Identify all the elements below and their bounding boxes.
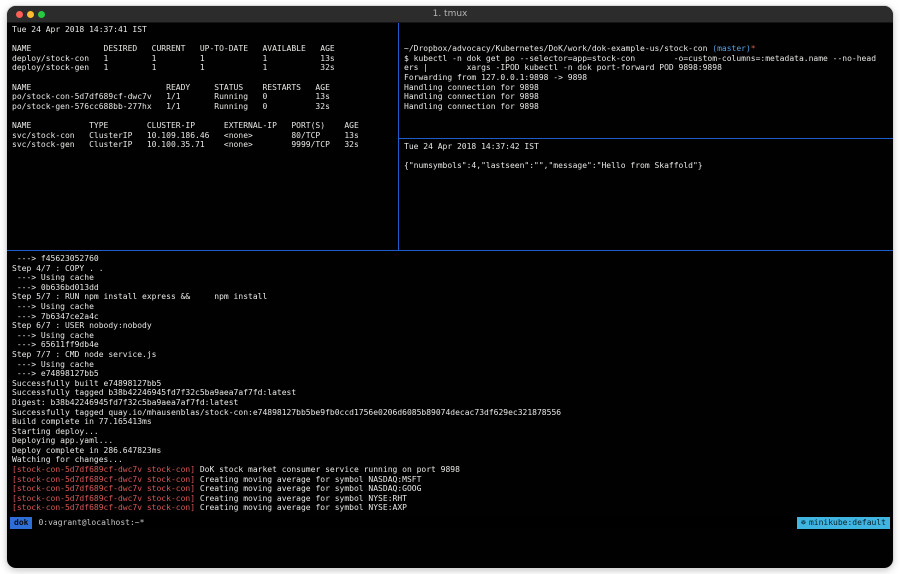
terminal-line: Successfully built e74898127bb5 bbox=[12, 379, 893, 389]
terminal-line: NAME READY STATUS RESTARTS AGE bbox=[12, 83, 398, 93]
terminal-line: Starting deploy... bbox=[12, 427, 893, 437]
terminal-line: ---> 0b636bd013dd bbox=[12, 283, 893, 293]
kubernetes-icon: ☸ bbox=[801, 517, 806, 529]
terminal-line: Handling connection for 9898 bbox=[404, 92, 893, 102]
terminal-line: Step 6/7 : USER nobody:nobody bbox=[12, 321, 893, 331]
terminal-line: ---> Using cache bbox=[12, 273, 893, 283]
terminal-line: ---> Using cache bbox=[12, 331, 893, 341]
terminal-line bbox=[12, 73, 398, 83]
traffic-lights bbox=[16, 11, 45, 18]
session-badge[interactable]: dok bbox=[10, 517, 32, 529]
terminal-line: ---> e74898127bb5 bbox=[12, 369, 893, 379]
terminal-line: Step 4/7 : COPY . . bbox=[12, 264, 893, 274]
terminal-line bbox=[12, 111, 398, 121]
pane-port-forward[interactable]: ~/Dropbox/advocacy/Kubernetes/DoK/work/d… bbox=[399, 23, 893, 138]
close-button[interactable] bbox=[16, 11, 23, 18]
terminal-line: svc/stock-gen ClusterIP 10.100.35.71 <no… bbox=[12, 140, 398, 150]
terminal-line: Watching for changes... bbox=[12, 455, 893, 465]
window-title: 1. tmux bbox=[433, 6, 468, 23]
terminal-line: $ kubectl -n dok get po --selector=app=s… bbox=[404, 54, 893, 64]
terminal-line: po/stock-con-5d7df689cf-dwc7v 1/1 Runnin… bbox=[12, 92, 398, 102]
pane-kubectl-watch[interactable]: Tue 24 Apr 2018 14:37:41 IST NAME DESIRED… bbox=[7, 23, 398, 250]
terminal-line bbox=[404, 152, 893, 162]
terminal-line: Handling connection for 9898 bbox=[404, 83, 893, 93]
tmux-terminal: Tue 24 Apr 2018 14:37:41 IST NAME DESIRED… bbox=[7, 23, 893, 568]
terminal-line: NAME DESIRED CURRENT UP-TO-DATE AVAILABL… bbox=[12, 44, 398, 54]
terminal-line: deploy/stock-con 1 1 1 1 13s bbox=[12, 54, 398, 64]
terminal-line: Successfully tagged quay.io/mhausenblas/… bbox=[12, 408, 893, 418]
terminal-line: NAME TYPE CLUSTER-IP EXTERNAL-IP PORT(S)… bbox=[12, 121, 398, 131]
terminal-line: po/stock-gen-576cc688bb-277hx 1/1 Runnin… bbox=[12, 102, 398, 112]
terminal-line: Deploy complete in 286.647823ms bbox=[12, 446, 893, 456]
terminal-line: [stock-con-5d7df689cf-dwc7v stock-con] C… bbox=[12, 494, 893, 504]
terminal-line: Tue 24 Apr 2018 14:37:42 IST bbox=[404, 142, 893, 152]
terminal-line: Forwarding from 127.0.0.1:9898 -> 9898 bbox=[404, 73, 893, 83]
terminal-line: Successfully tagged b38b42246945fd7f32c5… bbox=[12, 388, 893, 398]
terminal-line: Tue 24 Apr 2018 14:37:41 IST bbox=[12, 25, 398, 35]
pane-skaffold-log[interactable]: ---> f45623052760Step 4/7 : COPY . . ---… bbox=[7, 251, 893, 513]
titlebar: 1. tmux bbox=[7, 6, 893, 23]
pane-curl-output[interactable]: Tue 24 Apr 2018 14:37:42 IST {"numsymbols… bbox=[399, 139, 893, 250]
terminal-window: 1. tmux Tue 24 Apr 2018 14:37:41 IST NAME… bbox=[7, 6, 893, 568]
terminal-line: ---> Using cache bbox=[12, 302, 893, 312]
terminal-line bbox=[404, 35, 893, 45]
terminal-line: ---> 7b6347ce2a4c bbox=[12, 312, 893, 322]
terminal-line: Handling connection for 9898 bbox=[404, 102, 893, 112]
terminal-line: Digest: b38b42246945fd7f32c5ba9aea7af7fd… bbox=[12, 398, 893, 408]
terminal-line: Step 5/7 : RUN npm install express && np… bbox=[12, 292, 893, 302]
terminal-line: deploy/stock-gen 1 1 1 1 32s bbox=[12, 63, 398, 73]
minimize-button[interactable] bbox=[27, 11, 34, 18]
terminal-line: [stock-con-5d7df689cf-dwc7v stock-con] C… bbox=[12, 503, 893, 513]
terminal-line: ~/Dropbox/advocacy/Kubernetes/DoK/work/d… bbox=[404, 44, 893, 54]
terminal-line: svc/stock-con ClusterIP 10.109.186.46 <n… bbox=[12, 131, 398, 141]
terminal-line: ---> 65611ff9db4e bbox=[12, 340, 893, 350]
terminal-line bbox=[404, 25, 893, 35]
terminal-line: ---> f45623052760 bbox=[12, 254, 893, 264]
kube-context-badge: ☸ minikube:default bbox=[797, 517, 890, 529]
terminal-line: Build complete in 77.165413ms bbox=[12, 417, 893, 427]
window-label[interactable]: 0:vagrant@localhost:~* bbox=[38, 517, 144, 529]
terminal-line: Step 7/7 : CMD node service.js bbox=[12, 350, 893, 360]
terminal-line: [stock-con-5d7df689cf-dwc7v stock-con] C… bbox=[12, 484, 893, 494]
kube-context-label: minikube:default bbox=[809, 517, 886, 529]
terminal-line: [stock-con-5d7df689cf-dwc7v stock-con] C… bbox=[12, 475, 893, 485]
terminal-line: {"numsymbols":4,"lastseen":"","message":… bbox=[404, 161, 893, 171]
terminal-line: Deploying app.yaml... bbox=[12, 436, 893, 446]
zoom-button[interactable] bbox=[38, 11, 45, 18]
tmux-status-bar: dok 0:vagrant@localhost:~* ☸ minikube:de… bbox=[7, 517, 893, 529]
terminal-line: ---> Using cache bbox=[12, 360, 893, 370]
terminal-line: [stock-con-5d7df689cf-dwc7v stock-con] D… bbox=[12, 465, 893, 475]
terminal-line bbox=[12, 35, 398, 45]
terminal-line: ers | xargs -IPOD kubectl -n dok port-fo… bbox=[404, 63, 893, 73]
